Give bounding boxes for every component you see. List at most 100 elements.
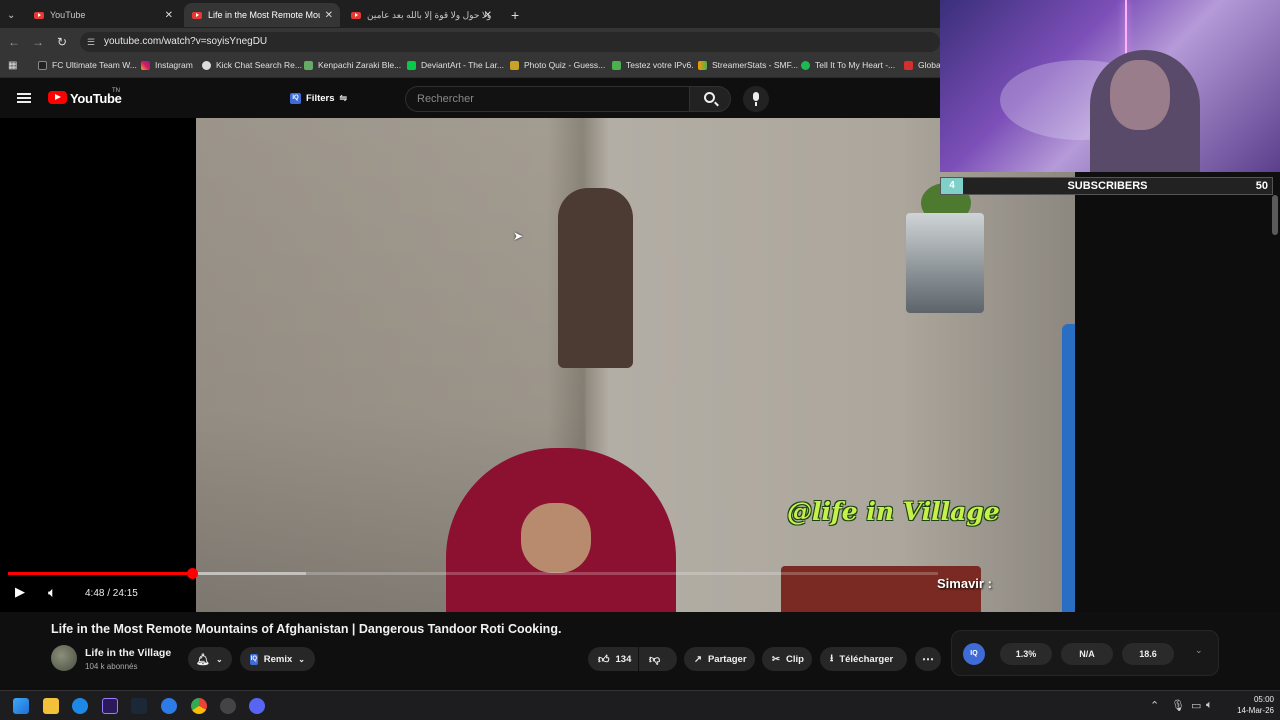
speaker-tray-icon[interactable]: 🔈︎ <box>1206 699 1213 712</box>
scrubber-handle[interactable] <box>186 568 198 579</box>
video-watermark: @life in Village <box>787 497 1000 526</box>
video-player[interactable] <box>0 118 1075 612</box>
ipv6-icon <box>612 60 621 70</box>
like-count: 134 <box>615 653 632 665</box>
download-icon: ⭳ <box>830 653 834 664</box>
tab-youtube[interactable]: YouTube ✕ <box>26 3 180 27</box>
sliders-icon: ⇋ <box>339 92 348 103</box>
app-icon[interactable] <box>220 698 236 714</box>
close-tab-icon[interactable]: ✕ <box>325 10 333 21</box>
dislike-button[interactable]: 👎︎ <box>639 647 677 671</box>
page-scrollbar[interactable] <box>1272 195 1278 235</box>
back-icon[interactable]: ← <box>6 34 22 50</box>
close-tab-icon[interactable]: ✕ <box>165 10 173 21</box>
app-icon[interactable] <box>161 698 177 714</box>
progress-bar[interactable] <box>8 568 938 579</box>
streamerstats-icon <box>698 60 707 70</box>
bookmark-item[interactable]: Kenpachi Zaraki Ble... <box>304 60 401 70</box>
search-icon <box>704 92 715 103</box>
new-tab-button[interactable]: + <box>503 3 523 27</box>
chevron-down-icon[interactable]: ⌄ <box>1195 645 1203 656</box>
tab-search-dropdown-icon[interactable]: ⌄ <box>2 3 22 27</box>
bookmark-item[interactable]: Globa <box>904 60 941 70</box>
filters-button[interactable]: IQ Filters ⇋ <box>284 87 348 109</box>
kenpachi-icon <box>304 60 313 70</box>
bookmark-item[interactable]: StreamerStats - SMF... <box>698 60 798 70</box>
subscriber-goal-bar: SUBSCRIBERS 4 50 <box>940 177 1273 195</box>
search-button[interactable] <box>689 86 731 112</box>
iq-badge-icon[interactable]: IQ <box>963 643 985 665</box>
windows-start-icon[interactable] <box>13 698 29 714</box>
voice-search-icon[interactable] <box>743 86 769 112</box>
tab-label: Life in the Most Remote Mount <box>208 10 320 20</box>
channel-avatar[interactable] <box>51 645 77 671</box>
neon-light <box>1125 0 1127 60</box>
reload-icon[interactable]: ↻ <box>54 34 70 50</box>
subscriber-goal-label: SUBSCRIBERS <box>1067 180 1148 192</box>
webcam-overlay <box>940 0 1280 172</box>
address-bar[interactable]: ☰ youtube.com/watch?v=soyisYnegDU <box>80 32 940 52</box>
clock-date: 14-Mar-26 <box>1237 706 1274 715</box>
clip-button[interactable]: ✂ Clip <box>762 647 812 671</box>
tab-current-video[interactable]: Life in the Most Remote Mount ✕ <box>184 3 340 27</box>
chevron-down-icon: ⌄ <box>298 654 305 664</box>
forward-icon[interactable]: → <box>30 34 46 50</box>
chrome-icon[interactable] <box>191 698 207 714</box>
channel-name[interactable]: Life in the Village <box>85 647 171 659</box>
bookmark-item[interactable]: Photo Quiz - Guess... <box>510 60 605 70</box>
recommendations-panel <box>1075 195 1280 612</box>
hanging-jacket <box>558 188 633 368</box>
youtube-favicon-icon <box>192 11 202 19</box>
clock-time: 05:00 <box>1253 695 1274 704</box>
clip-label: Clip <box>785 653 804 665</box>
like-button[interactable]: 👍︎ 134 <box>588 647 638 671</box>
thumbs-down-icon: 👎︎ <box>649 653 661 666</box>
remix-button[interactable]: IQ Remix ⌄ <box>240 647 315 671</box>
play-button[interactable]: ▶ <box>15 584 25 600</box>
iq-stat: 1.3% <box>1000 643 1052 665</box>
tab-arabic-video[interactable]: ولا حول ولا قوة إلا بالله بعد عامين ✕ <box>343 3 499 27</box>
more-actions-icon[interactable]: ⋯ <box>915 647 941 671</box>
file-explorer-icon[interactable] <box>43 698 59 714</box>
microphone-tray-icon[interactable]: 🎙︎ <box>1171 699 1185 712</box>
bookmark-item[interactable]: Tell It To My Heart -... <box>801 60 895 70</box>
system-clock[interactable]: 05:00 14-Mar-26 <box>1224 694 1274 716</box>
bookmark-item[interactable]: DeviantArt - The Lar... <box>407 60 504 70</box>
outlook-icon[interactable] <box>72 698 88 714</box>
video-title: Life in the Most Remote Mountains of Afg… <box>51 622 562 636</box>
blue-pole <box>1062 324 1075 612</box>
volume-icon[interactable]: 🔈︎ <box>48 584 56 601</box>
site-info-icon[interactable]: ☰ <box>87 32 95 52</box>
share-button[interactable]: ↗ Partager <box>684 647 755 671</box>
share-label: Partager <box>707 653 747 665</box>
bookmark-item[interactable]: Instagram <box>141 60 193 70</box>
url-text: youtube.com/watch?v=soyisYnegDU <box>104 36 268 47</box>
subscriber-count: 4 <box>941 178 963 194</box>
tab-label: YouTube <box>50 10 86 20</box>
display-tray-icon[interactable]: ▭ <box>1191 699 1201 712</box>
iq-stat: 18.6 <box>1122 643 1174 665</box>
bookmark-item[interactable]: FC Ultimate Team W... <box>38 60 137 70</box>
subscriber-count-text: 104 k abonnés <box>85 662 138 671</box>
premiere-pro-icon[interactable] <box>102 698 118 714</box>
iq-stat: N/A <box>1061 643 1113 665</box>
tray-expand-icon[interactable]: ⌃ <box>1150 699 1159 712</box>
remix-label: Remix <box>263 653 293 665</box>
instagram-icon <box>141 60 150 70</box>
windows-taskbar: ⌃ 🎙︎ ▭ 🔈︎ 05:00 14-Mar-26 <box>0 690 1280 720</box>
spotify-icon <box>801 60 810 70</box>
download-button[interactable]: ⭳ Télécharger <box>820 647 907 671</box>
iq-extension-icon: IQ <box>250 653 258 665</box>
kick-icon <box>202 60 211 70</box>
globa-icon <box>904 60 913 70</box>
menu-icon[interactable] <box>17 93 31 103</box>
youtube-logo-icon[interactable] <box>48 91 67 104</box>
notifications-button[interactable]: 🔔︎ ⌄ <box>188 647 232 671</box>
bookmark-item[interactable]: Kick Chat Search Re... <box>202 60 302 70</box>
bookmark-item[interactable]: Testez votre IPv6. <box>612 60 694 70</box>
steam-icon[interactable] <box>131 698 147 714</box>
search-input[interactable]: Rechercher <box>405 86 689 112</box>
apps-grid-icon[interactable]: ▦ <box>8 60 17 71</box>
discord-icon[interactable] <box>249 698 265 714</box>
close-tab-icon[interactable]: ✕ <box>484 10 492 21</box>
